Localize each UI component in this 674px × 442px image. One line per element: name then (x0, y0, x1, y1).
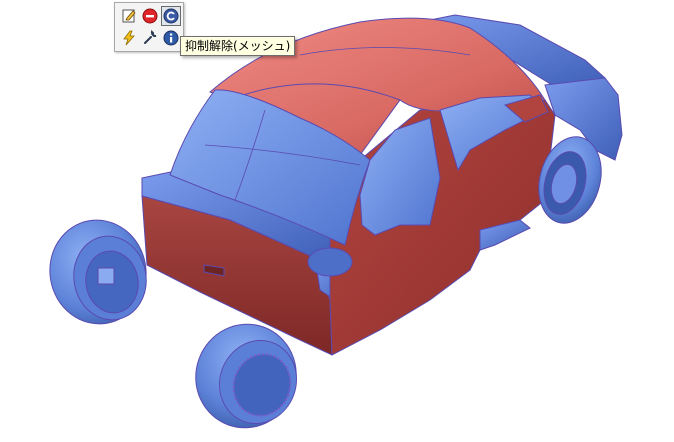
info-icon[interactable] (161, 28, 181, 48)
wheel-detached-left (49, 219, 147, 325)
edit-sketch-icon[interactable] (119, 6, 139, 26)
context-toolbar (114, 2, 184, 52)
wheel-rear-attached (307, 247, 353, 277)
3d-viewport[interactable] (0, 0, 674, 442)
unsuppress-icon[interactable] (161, 6, 181, 26)
suppress-icon[interactable] (140, 6, 160, 26)
tooltip: 抑制解除(メッシュ) (180, 36, 296, 56)
lightning-icon[interactable] (119, 28, 139, 48)
wrench-icon[interactable] (140, 28, 160, 48)
